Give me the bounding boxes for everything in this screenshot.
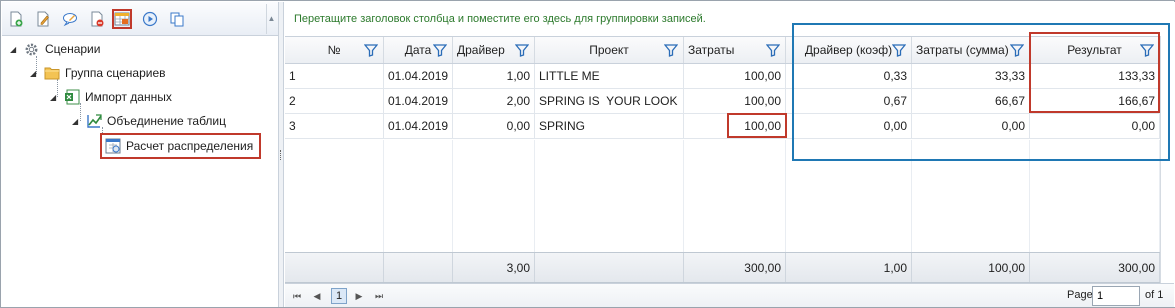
- filter-icon[interactable]: [515, 43, 529, 57]
- filter-icon[interactable]: [433, 43, 447, 57]
- expand-triangle-icon[interactable]: ◢: [72, 117, 82, 126]
- cell-driver: 0,00: [453, 114, 535, 138]
- column-header-num[interactable]: №: [285, 37, 384, 63]
- prev-page-button[interactable]: ◀: [309, 288, 325, 304]
- scenario-tree: ◢ Сценарии ◢ Группа сценариев ◢ Импорт д…: [2, 37, 278, 307]
- calculator-icon: [104, 138, 121, 155]
- app-window: ▲ ◢ Сценарии ◢ Группа сценариев ◢ Импорт…: [0, 0, 1175, 308]
- edit-icon: [37, 11, 49, 27]
- total-driver: 3,00: [453, 253, 535, 282]
- tree-node-label: Импорт данных: [85, 90, 172, 104]
- cell-cost: 100,00: [684, 64, 786, 88]
- folder-icon: [43, 65, 60, 82]
- page-number-input[interactable]: [1092, 286, 1140, 306]
- tree-node-label: Расчет распределения: [126, 139, 254, 153]
- excel-icon: [63, 89, 80, 106]
- play-icon: [142, 11, 158, 27]
- cell-date: 01.04.2019: [384, 89, 453, 113]
- table-icon: [114, 12, 130, 26]
- prev-page-icon: ◀: [313, 290, 321, 301]
- cell-project: LITTLE ME: [535, 64, 684, 88]
- scenario-toolbar: ▲: [2, 2, 278, 36]
- scenario-panel: ▲ ◢ Сценарии ◢ Группа сценариев ◢ Импорт…: [2, 2, 278, 307]
- table-button[interactable]: [112, 9, 132, 29]
- highlight-result-column: [1029, 32, 1160, 113]
- total-cost-sum: 100,00: [912, 253, 1030, 282]
- column-header-driver[interactable]: Драйвер: [453, 37, 535, 63]
- data-grid-panel: Перетащите заголовок столбца и поместите…: [284, 2, 1175, 307]
- total-num: [285, 253, 384, 282]
- filter-icon[interactable]: [364, 43, 378, 57]
- page-count-label: of 1: [1145, 289, 1164, 301]
- cell-date: 01.04.2019: [384, 114, 453, 138]
- column-header-project[interactable]: Проект: [535, 37, 684, 63]
- delete-icon: [91, 11, 104, 27]
- tree-node-label: Группа сценариев: [65, 66, 166, 80]
- total-project: [535, 253, 684, 282]
- page-label: Page: [1067, 289, 1093, 301]
- column-header-cost[interactable]: Затраты: [684, 37, 786, 63]
- comment-icon: [63, 13, 77, 27]
- copy-button[interactable]: [167, 9, 187, 29]
- copy-icon: [170, 12, 184, 27]
- add-icon: [10, 11, 23, 27]
- column-title: Дата: [404, 43, 432, 57]
- cell-project: SPRING IS YOUR LOOK: [535, 89, 684, 113]
- filter-icon[interactable]: [766, 43, 780, 57]
- cell-num: 1: [285, 64, 384, 88]
- column-header-date[interactable]: Дата: [384, 37, 453, 63]
- comment-button[interactable]: [60, 9, 80, 29]
- column-title: Затраты: [688, 43, 735, 57]
- first-page-icon: ⏮: [292, 290, 302, 301]
- next-page-icon: ▶: [355, 290, 363, 301]
- column-title: №: [327, 43, 341, 57]
- cell-project: SPRING: [535, 114, 684, 138]
- cell-date: 01.04.2019: [384, 64, 453, 88]
- cell-driver: 2,00: [453, 89, 535, 113]
- last-page-button[interactable]: ⏭: [371, 288, 387, 304]
- add-button[interactable]: [6, 9, 26, 29]
- tree-node-label: Объединение таблиц: [107, 114, 227, 128]
- total-date: [384, 253, 453, 282]
- tree-node-table-merge[interactable]: ◢ Объединение таблиц: [72, 111, 226, 131]
- filter-icon[interactable]: [664, 43, 678, 57]
- gear-icon: [23, 41, 40, 58]
- play-button[interactable]: [140, 9, 160, 29]
- column-title: Проект: [589, 43, 629, 57]
- tree-node-scenario-group[interactable]: ◢ Группа сценариев: [30, 63, 166, 83]
- current-page-button[interactable]: 1: [331, 288, 347, 304]
- tree-node-scenarios[interactable]: ◢ Сценарии: [10, 39, 100, 59]
- total-cost: 300,00: [684, 253, 786, 282]
- merge-icon: [85, 113, 102, 130]
- highlight-cost-cell: [727, 113, 787, 138]
- last-page-icon: ⏭: [374, 290, 384, 301]
- column-title: Драйвер: [457, 43, 505, 57]
- expand-triangle-icon[interactable]: ◢: [10, 45, 20, 54]
- edit-button[interactable]: [33, 9, 53, 29]
- delete-button[interactable]: [87, 9, 107, 29]
- next-page-button[interactable]: ▶: [351, 288, 367, 304]
- cell-num: 3: [285, 114, 384, 138]
- toolbar-overflow[interactable]: ▲: [266, 4, 276, 34]
- total-result: 300,00: [1030, 253, 1160, 282]
- totals-row: 3,00 300,00 1,00 100,00 300,00: [285, 252, 1160, 283]
- total-driver-coef: 1,00: [786, 253, 912, 282]
- tree-node-label: Сценарии: [45, 42, 101, 56]
- tree-node-distribution-calc[interactable]: Расчет распределения: [100, 133, 262, 159]
- pager: ⏮ ◀ 1 ▶ ⏭ Page of 1: [285, 283, 1174, 307]
- expand-triangle-icon[interactable]: ◢: [50, 93, 60, 102]
- first-page-button[interactable]: ⏮: [289, 288, 305, 304]
- cell-driver: 1,00: [453, 64, 535, 88]
- cell-num: 2: [285, 89, 384, 113]
- tree-node-data-import[interactable]: ◢ Импорт данных: [50, 87, 172, 107]
- group-by-hint: Перетащите заголовок столбца и поместите…: [294, 13, 706, 25]
- cell-cost: 100,00: [684, 89, 786, 113]
- expand-triangle-icon[interactable]: ◢: [30, 69, 40, 78]
